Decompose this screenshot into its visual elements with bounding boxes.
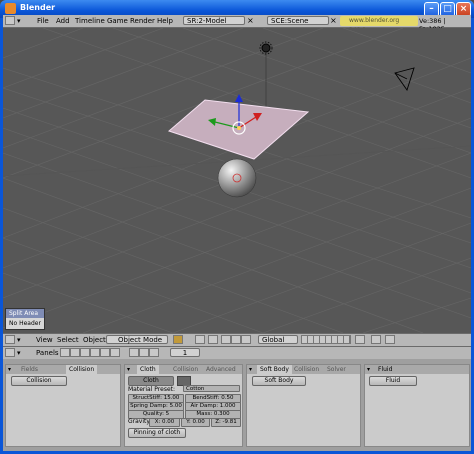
tab-fluid[interactable]: Fluid — [375, 365, 395, 374]
menu-file[interactable]: File — [37, 17, 49, 25]
fluid-panel: ▾ Fluid Fluid — [364, 364, 470, 447]
fluid-toggle-button[interactable]: Fluid — [369, 376, 417, 386]
rotate-icon[interactable] — [231, 335, 241, 344]
3d-viewport[interactable] — [3, 28, 471, 333]
menu-help[interactable]: Help — [157, 17, 173, 25]
scene-close-icon[interactable]: × — [330, 16, 337, 25]
gravity-z-field[interactable]: Z: -9.81 — [211, 418, 241, 427]
blender-app-icon — [5, 3, 16, 14]
no-header-item[interactable]: No Header — [9, 320, 41, 327]
collision-sphere[interactable] — [217, 158, 257, 198]
tab-cloth[interactable]: Cloth — [137, 365, 159, 374]
physics-subcontext-icon[interactable] — [129, 348, 139, 357]
window-title: Blender — [20, 3, 56, 12]
z-arrow-head-icon[interactable] — [235, 94, 243, 102]
tab-fields[interactable]: Fields — [18, 365, 41, 374]
translate-icon[interactable] — [221, 335, 231, 344]
menu-timeline[interactable]: Timeline — [75, 17, 105, 25]
editing-context-icon[interactable] — [100, 348, 110, 357]
menu-object[interactable]: Object — [83, 336, 106, 344]
lock-icon[interactable] — [355, 335, 365, 344]
scale-icon[interactable] — [241, 335, 251, 344]
logic-context-icon[interactable] — [60, 348, 70, 357]
panels-label: Panels — [36, 349, 59, 357]
menu-game[interactable]: Game — [107, 17, 128, 25]
editor-type-icon[interactable] — [5, 16, 15, 25]
script-context-icon[interactable] — [70, 348, 80, 357]
tab-advanced[interactable]: Advanced — [203, 365, 239, 374]
tab-cloth-collision[interactable]: Collision — [170, 365, 201, 374]
collapse-menu-icon[interactable]: ▾ — [17, 336, 21, 344]
fields-panel: ▾ Fields Collision Collision — [5, 364, 121, 447]
constraints-subcontext-icon[interactable] — [149, 348, 159, 357]
panel-collapse-icon[interactable]: ▾ — [127, 366, 130, 373]
collapse-menu-icon[interactable]: ▾ — [17, 17, 21, 25]
soft-body-toggle-button[interactable]: Soft Body — [252, 376, 306, 386]
3d-view-header: ▾ View Select Object Object Mode Global — [3, 333, 471, 346]
buttons-header: ▾ Panels 1 — [3, 346, 471, 359]
menu-view[interactable]: View — [36, 336, 53, 344]
panel-collapse-icon[interactable]: ▾ — [249, 366, 252, 373]
collision-toggle-button[interactable]: Collision — [11, 376, 67, 386]
softbody-tabs: ▾ Soft Body Collision Solver — [247, 365, 360, 374]
collapse-menu-icon[interactable]: ▾ — [17, 349, 21, 357]
tab-collision[interactable]: Collision — [66, 365, 98, 374]
object-context-icon[interactable] — [90, 348, 100, 357]
panel-collapse-icon[interactable]: ▾ — [367, 366, 370, 373]
screen-selector[interactable]: SR:2-Model — [183, 16, 245, 25]
material-preset-label: Material Preset: — [128, 386, 176, 393]
snap-icon[interactable] — [371, 335, 381, 344]
blender-url[interactable]: www.blender.org 248.1 — [340, 16, 418, 34]
gravity-label: Gravity: — [128, 418, 152, 425]
layer-buttons[interactable] — [301, 335, 351, 344]
cloth-tabs: ▾ Cloth Collision Advanced — [125, 365, 242, 374]
menu-select[interactable]: Select — [57, 336, 79, 344]
orientation-selector[interactable]: Global — [258, 335, 298, 344]
gravity-y-field[interactable]: Y: 0.00 — [181, 418, 210, 427]
tab-soft-body[interactable]: Soft Body — [257, 365, 292, 374]
tab-solver[interactable]: Solver — [324, 365, 349, 374]
pivot-icon[interactable] — [195, 335, 205, 344]
manipulator-toggle-icon[interactable] — [208, 335, 218, 344]
fields-tabs: ▾ Fields Collision — [6, 365, 120, 374]
menu-render[interactable]: Render — [130, 17, 155, 25]
viewport-canvas — [3, 28, 471, 333]
render-preview-icon[interactable] — [385, 335, 395, 344]
buttons-editor-icon[interactable] — [5, 348, 15, 357]
view3d-editor-icon[interactable] — [5, 335, 15, 344]
panel-collapse-icon[interactable]: ▾ — [8, 366, 11, 373]
lamp-icon[interactable] — [261, 43, 271, 53]
cloth-panel: ▾ Cloth Collision Advanced Cloth Materia… — [124, 364, 243, 447]
info-header: ▾ File Add Timeline Game Render Help SR:… — [3, 15, 471, 34]
screen-close-icon[interactable]: × — [247, 16, 254, 25]
menu-add[interactable]: Add — [56, 17, 70, 25]
area-context-menu: Split Area No Header — [5, 308, 45, 330]
material-preset-select[interactable]: Cotton — [183, 385, 240, 392]
softbody-panel: ▾ Soft Body Collision Solver Soft Body — [246, 364, 361, 447]
shading-context-icon[interactable] — [80, 348, 90, 357]
cloth-toggle-button[interactable]: Cloth — [128, 376, 174, 386]
split-area-item[interactable]: Split Area — [9, 310, 38, 317]
pinning-of-cloth-button[interactable]: Pinning of cloth — [128, 428, 186, 438]
mode-selector[interactable]: Object Mode — [106, 335, 168, 344]
fluid-tabs: ▾ Fluid — [365, 365, 469, 374]
tab-softbody-collision[interactable]: Collision — [291, 365, 322, 374]
scene-context-icon[interactable] — [110, 348, 120, 357]
object-origin-icon — [237, 126, 241, 130]
scene-selector[interactable]: SCE:Scene — [267, 16, 329, 25]
frame-number[interactable]: 1 — [170, 348, 200, 357]
gravity-x-field[interactable]: X: 0.00 — [149, 418, 180, 427]
particles-subcontext-icon[interactable] — [139, 348, 149, 357]
draw-type-icon[interactable] — [173, 335, 183, 344]
